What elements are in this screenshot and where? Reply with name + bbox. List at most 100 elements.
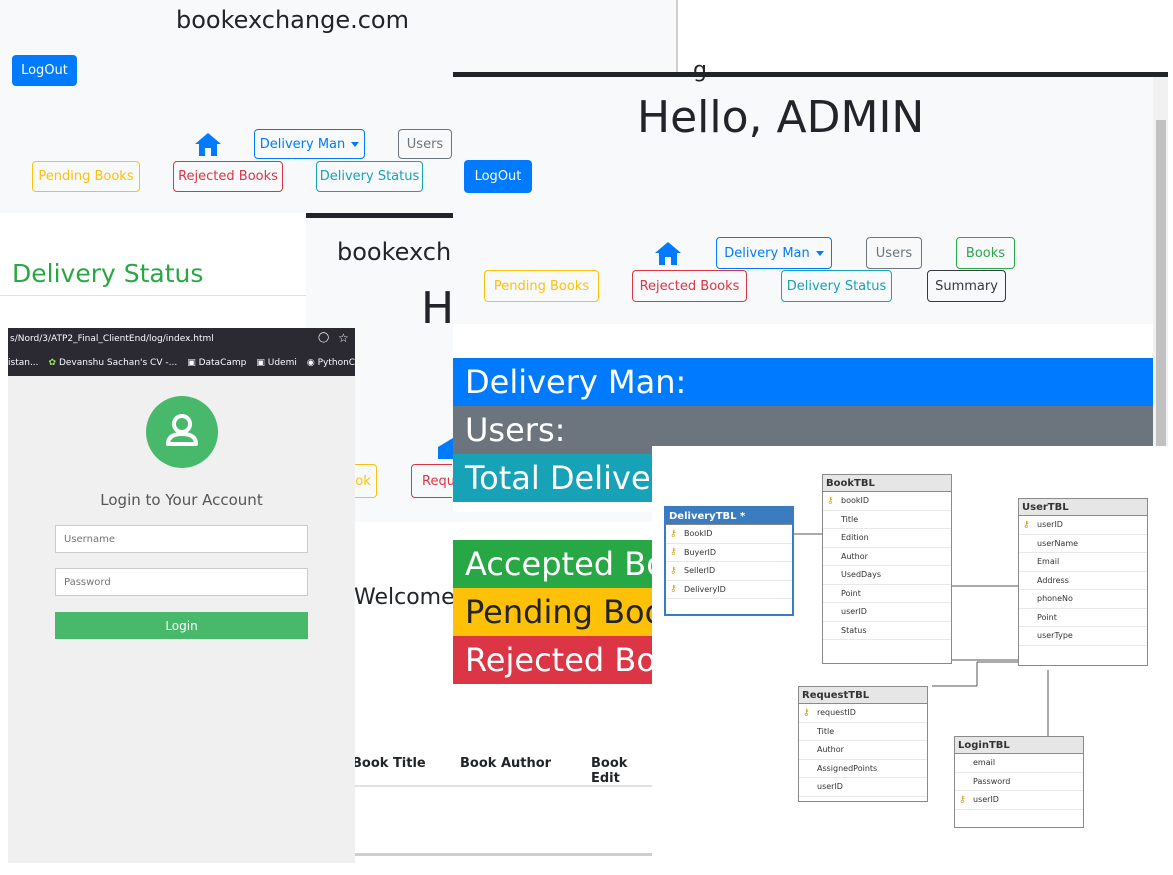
logout-button[interactable]: LogOut (12, 55, 77, 86)
star-icon[interactable]: ☆ (338, 331, 349, 345)
browser-window: s/Nord/3/ATP2_Final_ClientEnd/log/index.… (8, 328, 355, 863)
field-name: BookID (684, 529, 713, 539)
username-input[interactable] (55, 525, 308, 553)
key-icon: ⚷ (670, 565, 677, 576)
bookmark-2-label: Devanshu Sachan's CV -... (58, 358, 178, 368)
delivery-status-button[interactable]: Delivery Status (316, 161, 423, 192)
bottom-edge (346, 853, 652, 856)
field-row: ⚷ bookID (823, 492, 951, 511)
site-title-partial: bookexch (337, 238, 452, 266)
login-button[interactable]: Login (55, 612, 308, 639)
table-header-edition: Book Edit (591, 756, 628, 786)
books-button-admin[interactable]: Books (956, 237, 1015, 269)
rejected-fragment-label: Requ (422, 473, 455, 489)
field-row: UsedDays (823, 566, 951, 585)
table-book: BookTBL ⚷ bookID Title Edition Author Use… (822, 474, 952, 664)
logout-button-admin[interactable]: LogOut (464, 160, 532, 193)
field-name: UsedDays (841, 570, 881, 580)
field-row: Author (799, 741, 927, 760)
home-icon-admin[interactable] (653, 240, 683, 266)
cut-title: g (693, 58, 707, 83)
field-row: Edition (823, 529, 951, 548)
field-row: ⚷ BuyerID (666, 544, 792, 562)
address-bar[interactable]: s/Nord/3/ATP2_Final_ClientEnd/log/index.… (8, 328, 355, 350)
field-name: Title (817, 726, 835, 736)
field-row: email (955, 754, 1083, 773)
field-row: ⚷ requestID (799, 704, 927, 723)
field-name: Author (841, 551, 868, 561)
folder-icon: ▣ (187, 358, 196, 368)
delivery-man-dropdown[interactable]: Delivery Man (254, 129, 365, 159)
key-icon: ⚷ (670, 547, 677, 558)
pending-books-button[interactable]: Pending Books (32, 161, 140, 192)
pocket-icon[interactable]: ◯ (318, 332, 329, 343)
github-icon: ◉ (306, 358, 315, 368)
field-row: userName (1019, 535, 1147, 553)
field-row: userType (1019, 627, 1147, 646)
field-name: Edition (841, 533, 869, 543)
table-delivery-header: DeliveryTBL * (666, 508, 792, 525)
bookmark-3[interactable]: ▣ DataCamp (187, 358, 246, 368)
rejected-books-button[interactable]: Rejected Books (173, 161, 283, 192)
bookmark-2[interactable]: ✿ Devanshu Sachan's CV -... (49, 358, 178, 368)
field-name: userName (1037, 538, 1079, 548)
field-row: Email (1019, 553, 1147, 572)
field-name: AssignedPoints (817, 763, 878, 773)
field-row: Password (955, 773, 1083, 791)
divider (0, 295, 306, 296)
key-icon: ⚷ (670, 584, 677, 595)
field-name: userID (1037, 520, 1063, 530)
field-row: ⚷ userID (1019, 516, 1147, 535)
table-header-divider (346, 785, 652, 787)
field-row: Address (1019, 572, 1147, 590)
pending-fragment-label: ok (355, 473, 371, 489)
welcome-text: Welcome (354, 585, 455, 610)
delivery-status-button-admin[interactable]: Delivery Status (781, 270, 892, 302)
field-name: requestID (817, 708, 856, 718)
delivery-man-label-admin: Delivery Man (724, 245, 810, 261)
password-input[interactable] (55, 568, 308, 596)
field-name: userID (973, 795, 999, 805)
bookmark-4-label: Udemi (267, 358, 297, 368)
greeting: Hello, ADMIN (637, 92, 925, 143)
summary-card-accepted-books: Accepted Bo (453, 540, 652, 588)
url-text: s/Nord/3/ATP2_Final_ClientEnd/log/index.… (10, 334, 214, 344)
rejected-books-button-admin[interactable]: Rejected Books (632, 270, 747, 302)
summary-card-pending-books: Pending Boo (453, 588, 652, 636)
key-icon: ⚷ (670, 528, 677, 539)
field-row: Author (823, 548, 951, 566)
field-row: Point (1019, 609, 1147, 627)
bookmark-4[interactable]: ▣ Udemi (256, 358, 297, 368)
chevron-down-icon (815, 250, 824, 256)
field-name: bookID (841, 496, 870, 506)
hello-fragment: H (421, 283, 455, 334)
rejected-books-fragment[interactable]: Requ (411, 464, 455, 498)
user-icon (166, 414, 198, 446)
field-name: Point (841, 588, 861, 598)
bookmark-3-label: DataCamp (198, 358, 247, 368)
table-book-header: BookTBL (823, 475, 951, 492)
field-name: BuyerID (684, 547, 717, 557)
field-row: userID (799, 778, 927, 797)
field-name: email (973, 758, 996, 768)
field-name: SellerID (684, 566, 716, 576)
field-row: ⚷ SellerID (666, 562, 792, 581)
bookmark-1[interactable]: istan... (8, 358, 39, 368)
page-title: Delivery Status (12, 259, 204, 288)
bookmark-5-label: PythonCheatsheet (317, 358, 355, 368)
table-header-author: Book Author (460, 756, 552, 771)
folder-icon: ▣ (256, 358, 265, 368)
field-row: ⚷ DeliveryID (666, 581, 792, 599)
users-button-admin[interactable]: Users (866, 237, 922, 269)
bookmark-5[interactable]: ◉ PythonCheatsheet (307, 358, 355, 368)
home-icon[interactable] (193, 131, 223, 157)
delivery-man-dropdown-admin[interactable]: Delivery Man (716, 237, 832, 269)
summary-button-admin[interactable]: Summary (927, 270, 1006, 302)
users-button[interactable]: Users (398, 129, 452, 159)
leaf-icon: ✿ (48, 358, 57, 368)
key-icon: ⚷ (959, 794, 966, 805)
field-name: userID (817, 782, 843, 792)
scrollbar-thumb[interactable] (1156, 120, 1166, 450)
pending-books-button-admin[interactable]: Pending Books (484, 270, 599, 302)
field-name: Email (1037, 557, 1060, 567)
